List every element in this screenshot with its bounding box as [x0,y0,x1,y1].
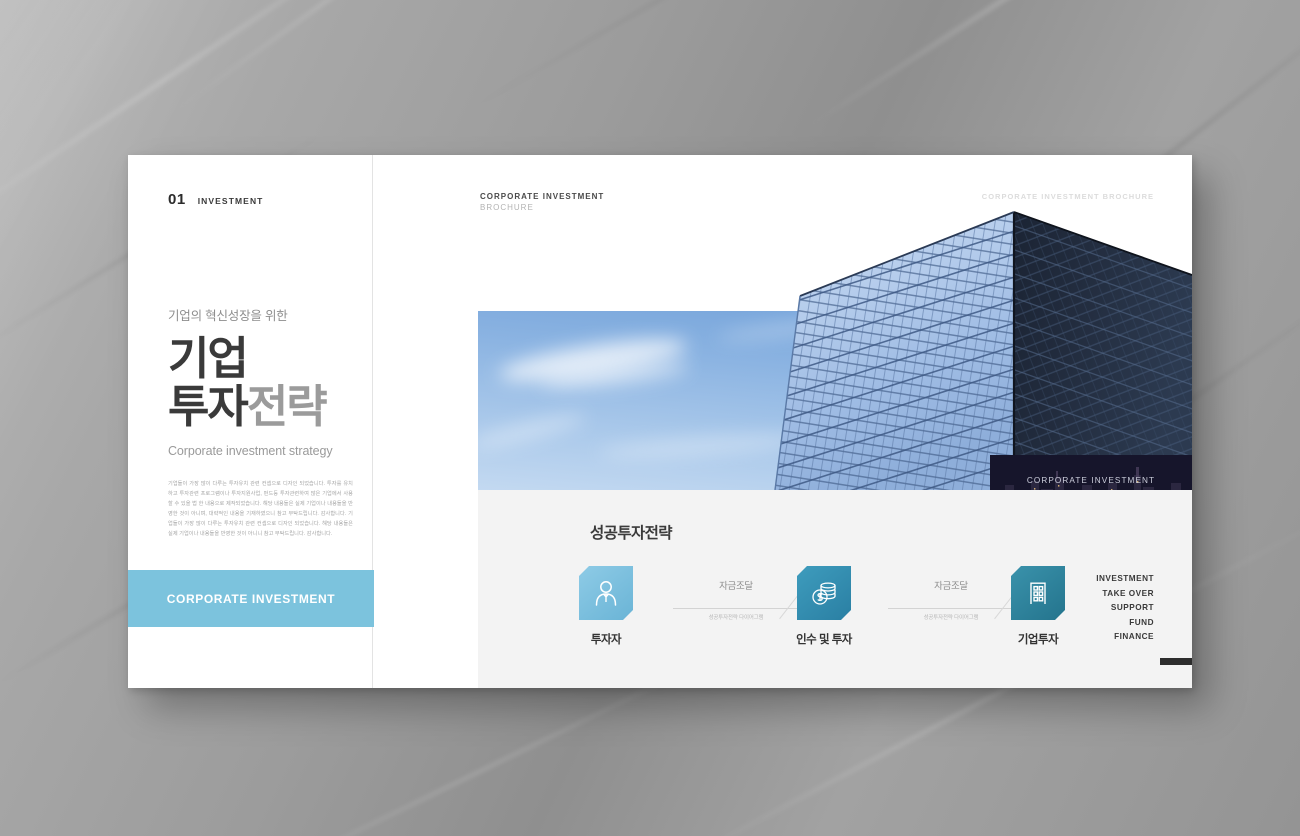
keyword-item-takeover[interactable]: TAKE OVER [1096,587,1154,602]
keyword-item-finance[interactable]: FINANCE [1096,630,1154,645]
marble-vein [802,0,1258,132]
kicker-number: 01 [168,191,186,208]
keyword-item-fund[interactable]: FUND [1096,616,1154,631]
strategy-panel: 성공투자전략 투자자 자금조달 성공투자전략 다이어그램 인수 및 투자 자금조… [478,490,1192,688]
page-title: 기업 투자전략 [168,333,368,431]
night-strip-label: CORPORATE INVESTMENT [1026,476,1156,485]
money-coins-icon [812,582,836,605]
title-line-2-light: 전략 [246,381,328,433]
marble-vein [464,0,1056,113]
node-icon-box [797,566,851,620]
node-icon-box [1011,566,1065,620]
keyword-active-bar [1160,658,1192,665]
subtitle-text: Corporate investment strategy [168,444,333,459]
body-paragraph: 기업들이 가장 많이 다루는 투자유치 관련 컨셉으로 디자인 되었습니다. 투… [168,481,353,538]
skyscraper-photo [478,205,1192,490]
flow-node-acquisition[interactable]: 인수 및 투자 [764,566,884,647]
node-label: 투자자 [590,634,622,646]
investor-person-icon [595,581,617,606]
keyword-item-investment[interactable]: INVESTMENT [1096,572,1154,587]
title-line-1: 기업 [168,333,368,384]
node-label: 인수 및 투자 [796,634,852,646]
header-right-label: CORPORATE INVESTMENT BROCHURE [981,192,1154,201]
node-label: 기업투자 [1017,634,1059,646]
keyword-list: INVESTMENT TAKE OVER SUPPORT FUND FINANC… [1096,572,1192,665]
keyword-item-support[interactable]: SUPPORT [1096,601,1154,616]
office-building-icon [1030,582,1046,604]
node-icon-box [579,566,633,620]
cta-label: CORPORATE INVESTMENT [166,591,336,606]
slide-kicker: 01 INVESTMENT [168,191,263,208]
marble-vein [168,0,592,117]
title-line-2: 투자전략 [168,383,368,431]
left-content-column: 기업의 혁신성장을 위한 기업 투자전략 Corporate investmen… [168,305,368,540]
eyebrow-text: 기업의 혁신성장을 위한 [168,309,288,323]
title-line-2-dark: 투자 [168,381,249,433]
flow-node-corporate-investment[interactable]: 기업투자 [978,566,1098,647]
corporate-investment-button[interactable]: CORPORATE INVESTMENT [128,570,374,627]
flow-node-investor[interactable]: 투자자 [546,566,666,647]
presentation-slide: 01 INVESTMENT CORPORATE INVESTMENT BROCH… [128,155,1192,688]
title-line-1-text: 기업 [168,333,249,384]
kicker-label: INVESTMENT [197,196,264,206]
skyscraper-illustration [774,211,1192,490]
panel-title: 성공투자전략 [590,525,673,542]
header-center-line1: CORPORATE INVESTMENT [480,192,605,201]
